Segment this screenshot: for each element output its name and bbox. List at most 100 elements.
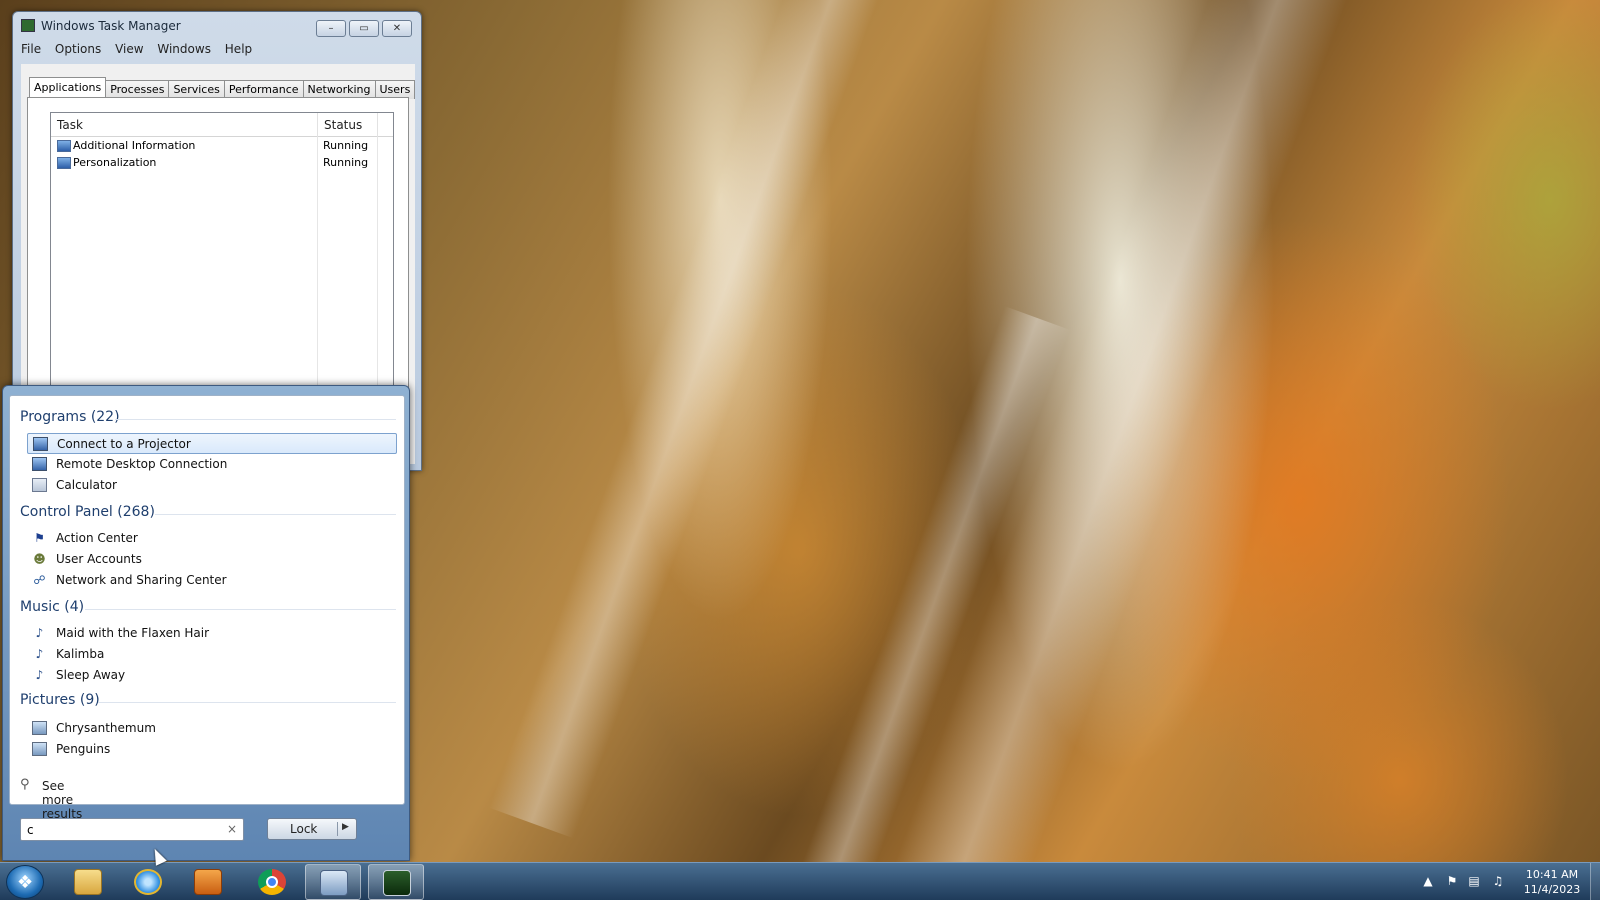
search-input-value: c (27, 823, 34, 837)
window-title: Windows Task Manager (41, 19, 181, 33)
group-divider (98, 702, 396, 703)
result-label: Kalimba (56, 647, 105, 661)
task-row[interactable]: Personalization Running (51, 155, 393, 172)
lock-button[interactable]: Lock ▶ (267, 818, 357, 840)
taskbar-media-player-button[interactable] (180, 864, 236, 900)
start-button[interactable]: ❖ (6, 865, 44, 899)
start-search-input[interactable]: c × (20, 818, 244, 841)
group-title-music[interactable]: Music (4) (20, 599, 84, 615)
task-manager-icon (383, 870, 411, 896)
result-label: Penguins (56, 742, 111, 756)
music-note-icon: ♪ (35, 668, 44, 682)
result-music-item[interactable]: ♪ Sleep Away (27, 665, 397, 686)
action-center-flag-icon[interactable]: ⚑ (1444, 873, 1460, 889)
column-status[interactable]: Status (318, 113, 378, 137)
menu-view[interactable]: View (115, 42, 143, 56)
group-divider (155, 514, 396, 515)
application-icon (57, 157, 71, 169)
menu-windows[interactable]: Windows (157, 42, 211, 56)
result-connect-to-projector[interactable]: Connect to a Projector (27, 433, 397, 454)
close-button[interactable]: ✕ (382, 20, 412, 37)
result-label: Remote Desktop Connection (56, 457, 228, 471)
task-name: Additional Information (73, 139, 196, 152)
menu-bar: File Options View Windows Help (21, 42, 262, 62)
result-label: Network and Sharing Center (56, 573, 227, 587)
shutdown-options-arrow-icon[interactable]: ▶ (342, 822, 349, 832)
task-name: Personalization (73, 156, 157, 169)
result-calculator[interactable]: Calculator (27, 475, 397, 496)
task-manager-titlebar[interactable]: Windows Task Manager – ▭ ✕ (13, 12, 421, 38)
flag-icon: ⚑ (34, 531, 45, 545)
result-user-accounts[interactable]: ☻ User Accounts (27, 549, 397, 570)
group-title-programs[interactable]: Programs (22) (20, 409, 120, 425)
picture-icon (32, 742, 47, 756)
group-title-control-panel[interactable]: Control Panel (268) (20, 504, 155, 520)
picture-icon (32, 721, 47, 735)
result-music-item[interactable]: ♪ Kalimba (27, 644, 397, 665)
result-label: Sleep Away (56, 668, 126, 682)
result-music-item[interactable]: ♪ Maid with the Flaxen Hair (27, 623, 397, 644)
windows-logo-icon: ❖ (17, 872, 34, 893)
internet-explorer-icon (134, 869, 162, 895)
result-action-center[interactable]: ⚑ Action Center (27, 528, 397, 549)
menu-help[interactable]: Help (225, 42, 252, 56)
task-row[interactable]: Additional Information Running (51, 138, 393, 155)
task-status: Running (323, 139, 369, 152)
search-icon: ⚲ (20, 777, 30, 792)
folder-icon (74, 869, 102, 895)
taskbar-chrome-button[interactable] (244, 864, 300, 900)
taskbar-explorer-button[interactable] (60, 864, 116, 900)
see-more-results-label: See more results (42, 779, 83, 821)
show-desktop-button[interactable] (1590, 863, 1600, 900)
volume-muted-icon[interactable]: ♫ (1490, 873, 1506, 889)
tab-applications[interactable]: Applications (29, 77, 107, 99)
show-hidden-icons-icon[interactable]: ▲ (1420, 873, 1436, 889)
remote-desktop-icon (320, 870, 348, 896)
network-icon[interactable]: ▤ (1466, 873, 1482, 889)
task-list[interactable]: Task Status Additional Information Runni… (50, 112, 394, 413)
clock-time: 10:41 AM (1525, 868, 1579, 881)
media-player-icon (194, 869, 222, 895)
column-divider (317, 137, 318, 413)
start-menu[interactable]: Programs (22) Connect to a Projector Rem… (2, 385, 410, 861)
result-picture-item[interactable]: Chrysanthemum (27, 718, 397, 739)
music-note-icon: ♪ (35, 647, 44, 661)
result-label: Action Center (56, 531, 138, 545)
application-icon (57, 140, 71, 152)
task-status: Running (323, 156, 369, 169)
taskbar-internet-explorer-button[interactable] (120, 864, 176, 900)
result-network-sharing[interactable]: ☍ Network and Sharing Center (27, 570, 397, 591)
chrome-icon (258, 869, 286, 895)
result-picture-item[interactable]: Penguins (27, 739, 397, 760)
menu-file[interactable]: File (21, 42, 41, 56)
clear-search-icon[interactable]: × (227, 822, 237, 836)
search-results-pane: Programs (22) Connect to a Projector Rem… (9, 395, 405, 821)
column-divider (377, 137, 378, 413)
music-note-icon: ♪ (35, 626, 44, 640)
taskbar: ❖ ▲ ⚑ ▤ ♫ 10:41 AM 11/4/2023 (0, 862, 1600, 900)
maximize-button[interactable]: ▭ (349, 20, 379, 37)
remote-desktop-icon (32, 457, 47, 471)
users-icon: ☻ (33, 552, 46, 566)
result-label: User Accounts (56, 552, 142, 566)
network-icon: ☍ (33, 573, 46, 587)
column-task[interactable]: Task (51, 113, 318, 137)
menu-options[interactable]: Options (55, 42, 101, 56)
group-divider (85, 609, 396, 610)
group-title-pictures[interactable]: Pictures (9) (20, 692, 100, 708)
task-manager-icon (21, 19, 35, 32)
group-divider (115, 419, 396, 420)
calculator-icon (32, 478, 47, 492)
task-list-header: Task Status (51, 113, 393, 137)
system-clock[interactable]: 10:41 AM 11/4/2023 (1516, 867, 1588, 897)
projector-icon (33, 437, 48, 451)
result-remote-desktop[interactable]: Remote Desktop Connection (27, 454, 397, 475)
tab-strip: Applications Processes Services Performance… (29, 77, 416, 99)
result-label: Connect to a Projector (57, 437, 191, 451)
minimize-button[interactable]: – (316, 20, 346, 37)
lock-button-separator (337, 822, 338, 836)
taskbar-remote-desktop-button[interactable] (305, 864, 361, 900)
taskbar-task-manager-button[interactable] (368, 864, 424, 900)
clock-date: 11/4/2023 (1523, 883, 1581, 896)
result-label: Calculator (56, 478, 117, 492)
